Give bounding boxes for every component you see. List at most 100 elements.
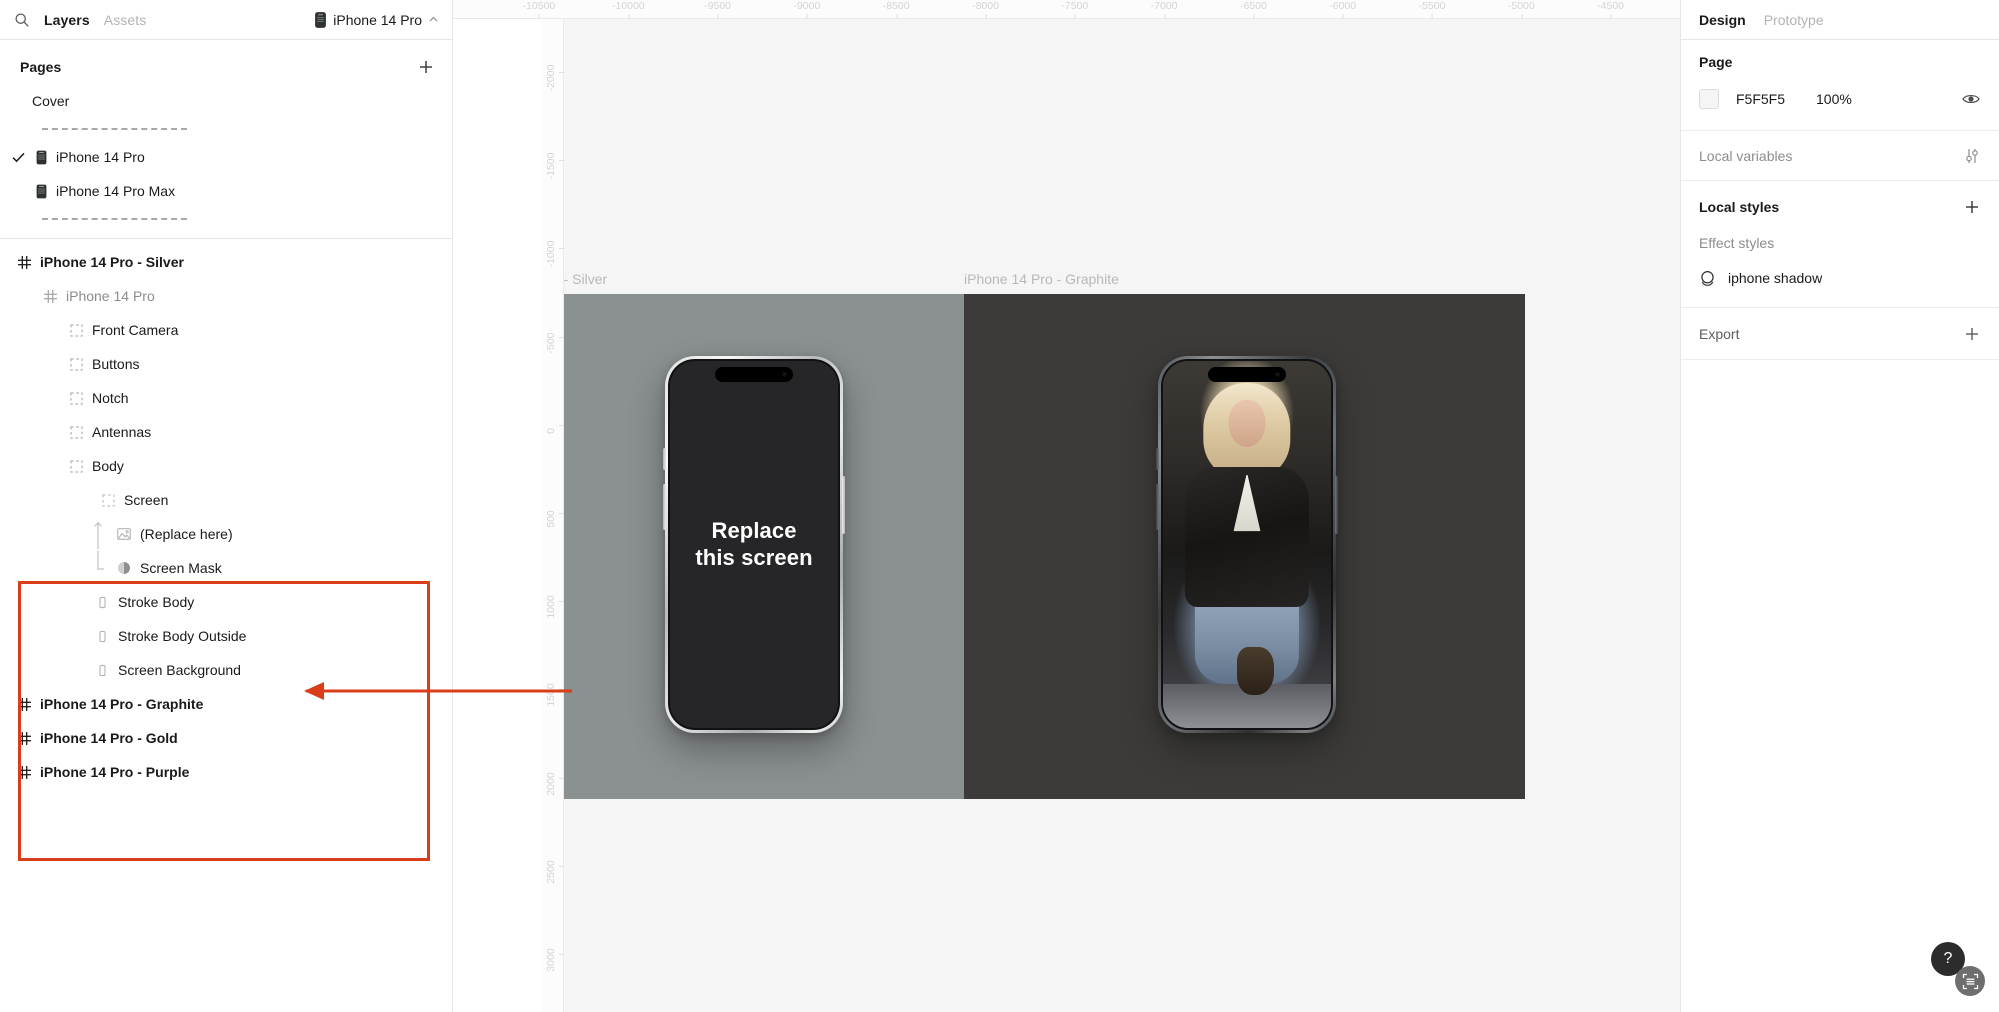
ruler-tick-v-label: -500 xyxy=(545,332,557,354)
component-set-icon xyxy=(14,765,34,779)
pages-section: Pages Cover iPhone 14 Pro iPhone 14 Pro … xyxy=(0,40,452,238)
group-icon xyxy=(98,493,118,507)
layer-iphone-14-pro-silver[interactable]: iPhone 14 Pro - Silver xyxy=(0,245,452,279)
front-camera-dot xyxy=(782,372,787,377)
tick-mark xyxy=(559,513,564,514)
canvas[interactable]: iPhone 14 Pro - Silver Replace this scre… xyxy=(453,0,1680,1012)
layer-label: iPhone 14 Pro - Graphite xyxy=(40,696,204,712)
group-icon xyxy=(66,425,86,439)
tab-layers[interactable]: Layers xyxy=(44,12,90,28)
left-sidebar: Layers Assets iPhone 14 Pro Pages Cover … xyxy=(0,0,453,1012)
page-item-label: iPhone 14 Pro xyxy=(56,149,145,165)
page-item-cover[interactable]: Cover xyxy=(0,84,452,118)
add-export-button[interactable] xyxy=(1963,325,1981,343)
ruler-tick-h: -6000 xyxy=(1329,0,1356,19)
layer-antennas[interactable]: Antennas xyxy=(0,415,452,449)
right-sidebar-tabs: Design Prototype xyxy=(1681,0,1999,40)
ruler-vertical[interactable]: -2000 -1500 -1000 -500 0 500 1000 1500 2000 2500 3… xyxy=(543,0,564,1012)
layer-iphone-14-pro[interactable]: iPhone 14 Pro xyxy=(0,279,452,313)
tab-prototype[interactable]: Prototype xyxy=(1764,12,1824,28)
layer-stroke-body-outside[interactable]: Stroke Body Outside xyxy=(0,619,452,653)
layer-body[interactable]: Body xyxy=(0,449,452,483)
photo-face xyxy=(1228,399,1266,448)
tick-mark xyxy=(559,72,564,73)
layer-replace-here[interactable]: (Replace here) xyxy=(0,517,452,551)
dynamic-island xyxy=(1208,367,1286,382)
rectangle-icon xyxy=(92,596,112,609)
tick-mark xyxy=(559,865,564,867)
layer-iphone-14-pro-gold[interactable]: iPhone 14 Pro - Gold xyxy=(0,721,452,755)
layer-screen-background[interactable]: Screen Background xyxy=(0,653,452,687)
page-item-label: iPhone 14 Pro Max xyxy=(56,183,176,199)
phone-screen[interactable]: Replace this screen xyxy=(670,361,838,728)
layer-label: iPhone 14 Pro xyxy=(66,288,155,304)
layer-iphone-14-pro-graphite[interactable]: iPhone 14 Pro - Graphite xyxy=(0,687,452,721)
tune-icon[interactable] xyxy=(1963,147,1981,165)
layer-iphone-14-pro-purple[interactable]: iPhone 14 Pro - Purple xyxy=(0,755,452,789)
ruler-tick-h: -8500 xyxy=(883,0,910,19)
tick-mark xyxy=(985,14,987,19)
silent-switch xyxy=(663,448,666,470)
page-selector[interactable]: iPhone 14 Pro xyxy=(315,12,438,28)
ruler-horizontal[interactable]: -10500 -10000 -9500 -9000 -8500 -8000 -7500 -70… xyxy=(453,0,1680,19)
layer-buttons[interactable]: Buttons xyxy=(0,347,452,381)
style-item-iphone-shadow[interactable]: iphone shadow xyxy=(1681,261,1999,295)
ruler-tick-h: -5500 xyxy=(1419,0,1445,19)
right-sidebar: Design Prototype Page F5F5F5 100% Local … xyxy=(1680,0,1999,1012)
phone-bezel xyxy=(1161,359,1333,730)
layer-label: Body xyxy=(92,458,124,474)
effect-style-icon xyxy=(1699,270,1716,287)
layer-screen[interactable]: Screen xyxy=(0,483,452,517)
tick-mark xyxy=(1521,14,1523,19)
layer-stroke-body[interactable]: Stroke Body xyxy=(0,585,452,619)
page-fill-row[interactable]: F5F5F5 100% xyxy=(1681,84,1999,114)
component-set-icon xyxy=(40,289,60,303)
fill-hex-value[interactable]: F5F5F5 xyxy=(1736,91,1816,107)
local-variables-label: Local variables xyxy=(1699,147,1793,164)
phone-body: Replace this screen xyxy=(663,356,845,733)
pages-divider-1 xyxy=(0,118,452,140)
figma-window: Layers Assets iPhone 14 Pro Pages Cover … xyxy=(0,0,1999,1012)
frame-body[interactable] xyxy=(964,294,1525,799)
add-page-button[interactable] xyxy=(417,58,435,76)
tick-mark xyxy=(1610,14,1612,19)
dashed-line xyxy=(42,218,187,220)
layer-screen-mask[interactable]: Screen Mask xyxy=(0,551,452,585)
ruler-tick-h: -7500 xyxy=(1061,0,1088,19)
local-styles-header: Local styles xyxy=(1681,187,1999,227)
ruler-tick-h: -9500 xyxy=(704,0,731,19)
ruler-tick-h: -9000 xyxy=(793,0,820,19)
page-item-iphone-14-pro[interactable]: iPhone 14 Pro xyxy=(0,140,452,174)
rectangle-icon xyxy=(92,664,112,677)
layer-front-camera[interactable]: Front Camera xyxy=(0,313,452,347)
tab-design[interactable]: Design xyxy=(1699,12,1746,28)
local-variables-row[interactable]: Local variables xyxy=(1681,131,1999,181)
tab-assets[interactable]: Assets xyxy=(104,12,147,28)
scan-button[interactable] xyxy=(1955,966,1985,996)
ruler-tick-v-label: 1000 xyxy=(545,595,557,619)
phone-screen[interactable] xyxy=(1163,361,1331,728)
iphone-mockup-graphite[interactable] xyxy=(1156,356,1338,733)
ruler-tick-v-label: -1500 xyxy=(545,152,557,180)
add-style-button[interactable] xyxy=(1963,198,1981,216)
page-section-title: Page xyxy=(1699,54,1733,70)
layer-label: Buttons xyxy=(92,356,140,372)
ruler-tick-v: -2000 xyxy=(543,65,564,91)
iphone-mockup-silver[interactable]: Replace this screen xyxy=(663,356,845,733)
fill-color-swatch[interactable] xyxy=(1699,89,1719,109)
left-sidebar-tabs: Layers Assets iPhone 14 Pro xyxy=(0,0,452,40)
mask-branch-icon xyxy=(88,551,108,585)
search-icon[interactable] xyxy=(14,12,30,28)
front-camera-dot xyxy=(1275,372,1280,377)
fill-opacity-value[interactable]: 100% xyxy=(1816,91,1852,107)
tick-mark xyxy=(1253,14,1255,19)
frame-title: iPhone 14 Pro - Graphite xyxy=(964,271,1119,287)
scan-icon xyxy=(1962,973,1979,990)
ruler-tick-h: -10000 xyxy=(612,0,645,19)
eye-icon[interactable] xyxy=(1961,89,1981,109)
page-item-iphone-14-pro-max[interactable]: iPhone 14 Pro Max xyxy=(0,174,452,208)
layer-label: Stroke Body Outside xyxy=(118,628,247,644)
frame-graphite[interactable]: iPhone 14 Pro - Graphite xyxy=(964,271,1525,799)
dashed-line xyxy=(42,128,187,130)
layer-notch[interactable]: Notch xyxy=(0,381,452,415)
